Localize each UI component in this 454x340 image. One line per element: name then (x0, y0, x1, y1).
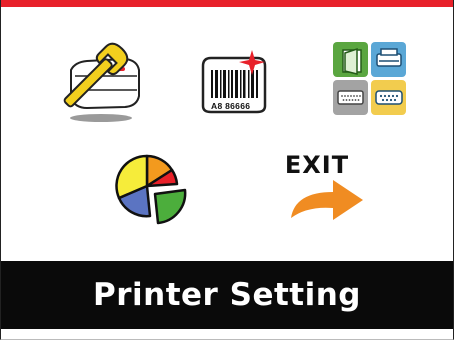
pie-chart-icon (115, 154, 187, 225)
exit-arrow-icon (291, 180, 363, 220)
exit-label: EXIT (284, 151, 350, 179)
printer-setting-screen: A8 86666 EXIT Printer Setting (0, 0, 454, 340)
interface-menu-button[interactable] (329, 40, 409, 118)
barcode-number-text: A8 86666 (211, 101, 251, 111)
pie-chart-menu-button[interactable] (109, 150, 191, 226)
exit-menu-button[interactable]: EXIT (281, 152, 367, 222)
barcode-label-menu-button[interactable]: A8 86666 (195, 48, 273, 116)
screen-title: Printer Setting (92, 277, 361, 313)
interface-icon (333, 42, 406, 115)
tools-menu-button[interactable] (53, 40, 143, 126)
title-bar: Printer Setting (1, 261, 453, 329)
tools-icon (63, 42, 140, 122)
top-accent-bar (1, 0, 453, 7)
